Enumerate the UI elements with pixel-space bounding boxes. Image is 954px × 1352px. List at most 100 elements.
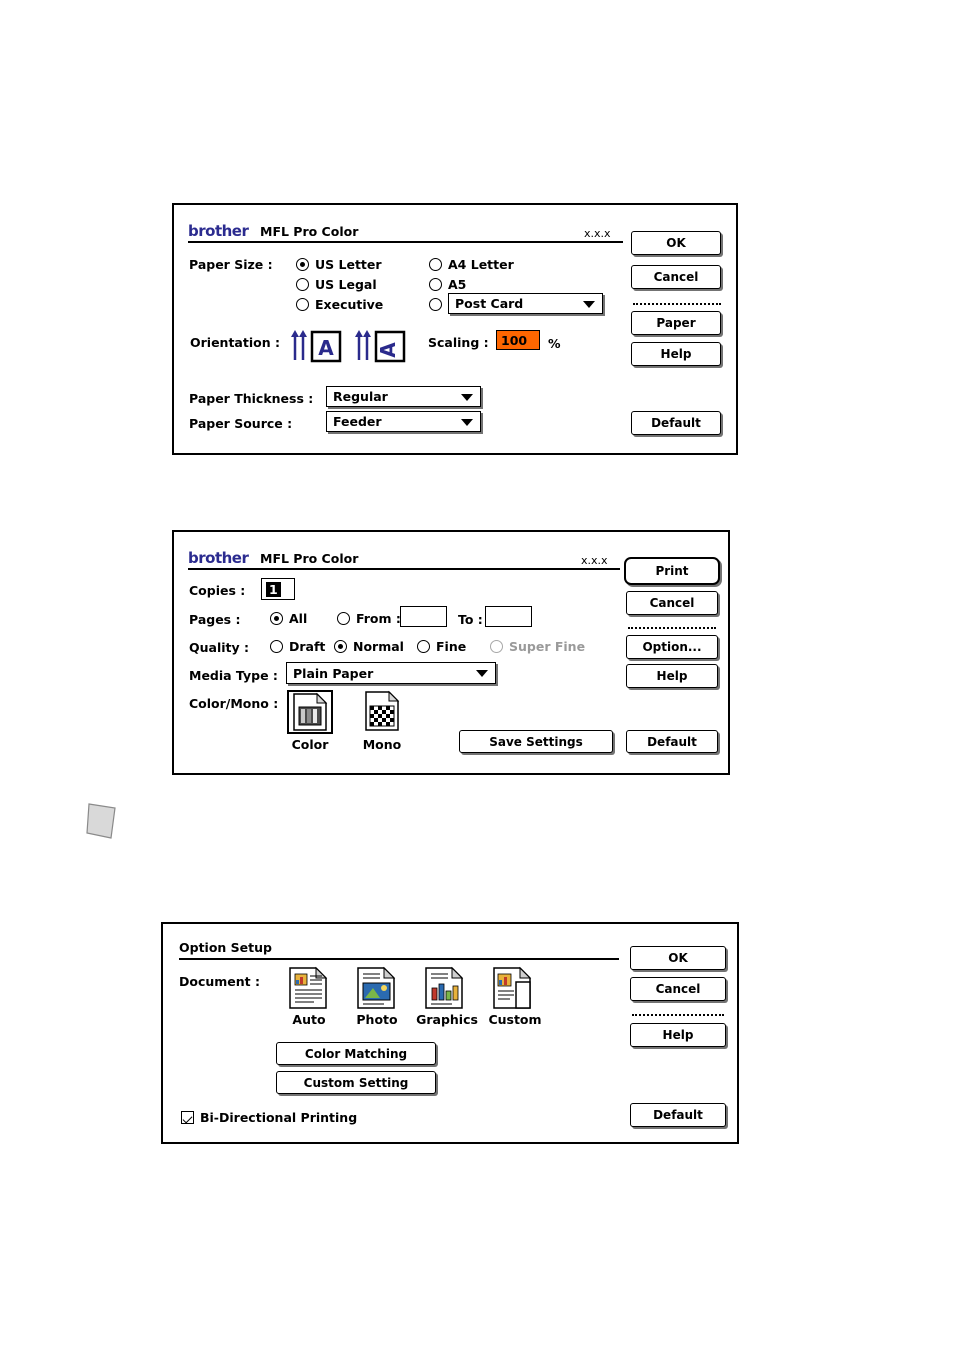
pages-label: Pages : <box>189 612 241 627</box>
color-matching-button[interactable]: Color Matching <box>276 1042 436 1065</box>
chevron-down-icon <box>476 670 488 677</box>
pages-from-input[interactable] <box>400 606 447 627</box>
cancel-button-label: Cancel <box>653 270 699 284</box>
radio-executive[interactable]: Executive <box>296 297 383 312</box>
pages-to-label: To : <box>458 612 483 627</box>
radio-label: US Legal <box>315 277 377 292</box>
radio-a5[interactable]: A5 <box>429 277 466 292</box>
ok-button[interactable]: OK <box>630 946 726 970</box>
ok-button-label: OK <box>666 236 686 250</box>
default-button[interactable]: Default <box>626 730 718 753</box>
radio-quality-normal[interactable]: Normal <box>334 639 404 654</box>
help-button[interactable]: Help <box>630 1023 726 1047</box>
brother-logo: brother <box>188 222 249 240</box>
help-button[interactable]: Help <box>631 342 721 366</box>
default-button-label: Default <box>653 1108 703 1122</box>
help-button[interactable]: Help <box>626 664 718 688</box>
radio-pages-from[interactable]: From : <box>337 611 401 626</box>
custom-setting-button[interactable]: Custom Setting <box>276 1071 436 1094</box>
print-button[interactable]: Print <box>624 557 720 585</box>
color-caption: Color <box>291 737 329 752</box>
chevron-down-icon <box>461 393 473 401</box>
scaling-label: Scaling : <box>428 335 489 350</box>
save-settings-label: Save Settings <box>489 734 583 749</box>
dialog-title: MFL Pro Color <box>260 224 359 239</box>
radio-icon[interactable] <box>296 258 309 271</box>
radio-us-legal[interactable]: US Legal <box>296 277 377 292</box>
radio-postcard[interactable] <box>429 298 442 311</box>
default-button[interactable]: Default <box>630 1103 726 1127</box>
radio-quality-super-fine: Super Fine <box>490 639 585 654</box>
radio-icon[interactable] <box>417 640 430 653</box>
radio-a4-letter[interactable]: A4 Letter <box>429 257 514 272</box>
mono-icon-svg <box>365 690 400 731</box>
portrait-icon-svg: A <box>291 330 342 363</box>
ok-button[interactable]: OK <box>631 231 721 255</box>
auto-caption: Auto <box>292 1012 326 1027</box>
scaling-percent-label: % <box>548 336 561 351</box>
version-label: x.x.x <box>584 227 611 240</box>
radio-icon[interactable] <box>296 298 309 311</box>
paper-button[interactable]: Paper <box>631 311 721 335</box>
mono-mode-icon[interactable] <box>359 690 405 734</box>
radio-icon[interactable] <box>429 278 442 291</box>
brother-logo: brother <box>188 549 249 567</box>
radio-icon[interactable] <box>270 612 283 625</box>
radio-quality-draft[interactable]: Draft <box>270 639 325 654</box>
radio-icon[interactable] <box>337 612 350 625</box>
radio-icon[interactable] <box>334 640 347 653</box>
header-divider <box>188 241 623 243</box>
header-divider <box>188 568 620 570</box>
auto-icon-svg <box>289 966 328 1009</box>
radio-icon[interactable] <box>429 258 442 271</box>
bidirectional-printing-checkbox[interactable]: Bi-Directional Printing <box>181 1110 357 1125</box>
copies-input[interactable]: 1 <box>261 578 295 600</box>
radio-icon[interactable] <box>296 278 309 291</box>
color-mode-icon[interactable] <box>287 690 333 734</box>
media-type-popup[interactable]: Plain Paper <box>286 662 496 684</box>
postcard-popup-menu[interactable]: Post Card <box>448 293 603 314</box>
default-button[interactable]: Default <box>631 411 721 435</box>
document-graphics-icon[interactable] <box>422 966 468 1010</box>
button-separator <box>633 303 721 305</box>
document-auto-icon[interactable] <box>286 966 332 1010</box>
paper-source-value: Feeder <box>333 414 382 429</box>
radio-label: Normal <box>353 639 404 654</box>
radio-pages-all[interactable]: All <box>270 611 307 626</box>
orientation-landscape-icon[interactable]: A <box>354 328 410 364</box>
save-settings-button[interactable]: Save Settings <box>459 730 613 753</box>
page-setup-dialog: brother MFL Pro Color x.x.x Paper Size :… <box>172 203 738 455</box>
scaling-input[interactable]: 100 <box>496 330 540 350</box>
document-photo-icon[interactable] <box>354 966 400 1010</box>
version-label: x.x.x <box>581 554 608 567</box>
header-divider <box>179 958 619 960</box>
graphics-caption: Graphics <box>416 1012 478 1027</box>
chevron-down-icon <box>583 300 595 308</box>
copies-label: Copies : <box>189 583 246 598</box>
paper-thickness-popup[interactable]: Regular <box>326 386 481 407</box>
color-matching-label: Color Matching <box>304 1046 408 1061</box>
cancel-button-label: Cancel <box>649 596 695 610</box>
orientation-portrait-icon[interactable]: A <box>290 328 346 364</box>
pages-to-input[interactable] <box>485 606 532 627</box>
radio-label: A5 <box>448 277 467 292</box>
paper-source-popup[interactable]: Feeder <box>326 411 481 432</box>
cancel-button[interactable]: Cancel <box>631 265 721 289</box>
cancel-button-label: Cancel <box>655 982 701 996</box>
paper-size-label: Paper Size : <box>189 257 273 272</box>
graphics-icon-svg <box>425 966 464 1009</box>
media-type-value: Plain Paper <box>293 665 374 681</box>
cancel-button[interactable]: Cancel <box>630 977 726 1001</box>
radio-icon[interactable] <box>270 640 283 653</box>
checkbox-icon[interactable] <box>181 1111 194 1124</box>
scaling-value: 100 <box>501 332 528 348</box>
radio-icon[interactable] <box>429 298 442 311</box>
radio-quality-fine[interactable]: Fine <box>417 639 466 654</box>
radio-us-letter[interactable]: US Letter <box>296 257 382 272</box>
option-button[interactable]: Option... <box>626 635 718 659</box>
paper-thickness-value: Regular <box>333 389 388 404</box>
document-custom-icon[interactable] <box>490 966 536 1010</box>
cancel-button[interactable]: Cancel <box>626 591 718 615</box>
print-dialog: brother MFL Pro Color x.x.x Copies : 1 P… <box>172 530 730 775</box>
color-icon-svg <box>293 692 328 731</box>
